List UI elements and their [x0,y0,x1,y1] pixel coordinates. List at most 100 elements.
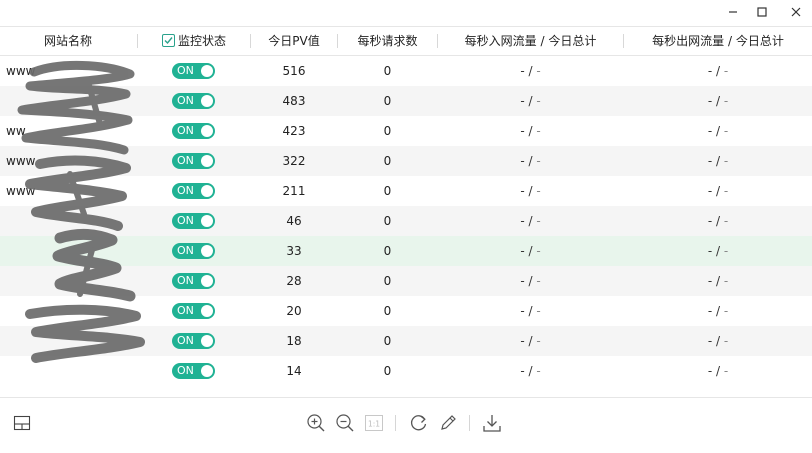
site-name-cell[interactable]: www [0,56,136,86]
site-name-cell[interactable] [0,206,136,236]
monitor-toggle[interactable]: ON [172,93,215,109]
in-traffic-total: - [536,184,541,198]
table-row[interactable]: ON 33 0 - / - - / - [0,236,812,266]
table-row[interactable]: ON 28 0 - / - - / - [0,266,812,296]
in-traffic-cell: - / - [520,154,541,168]
table-row[interactable]: ON 14 0 - / - - / - [0,356,812,386]
download-button[interactable] [481,412,503,434]
maximize-button[interactable] [749,2,775,22]
toggle-label: ON [177,124,194,137]
monitor-toggle[interactable]: ON [172,303,215,319]
rps-cell: 0 [383,334,392,348]
in-traffic-now: - [520,364,525,378]
in-traffic-now: - [520,154,525,168]
rps-cell: 0 [383,124,392,138]
out-traffic-total: - [723,244,729,258]
monitor-toggle[interactable]: ON [172,213,215,229]
table-row[interactable]: ON 20 0 - / - - / - [0,296,812,326]
site-name-cell[interactable] [0,326,136,356]
out-traffic-cell: - / - [707,154,729,168]
site-name-cell[interactable] [0,296,136,326]
table-body: www ON 516 0 - / - - / - ON 483 0 - / - - / - ww ON 4… [0,56,812,386]
toggle-label: ON [177,214,194,227]
site-name-cell[interactable]: www [0,146,136,176]
site-name-cell[interactable] [0,356,136,386]
out-traffic-cell: - / - [707,184,729,198]
in-traffic-cell: - / - [520,64,541,78]
toggle-knob [201,275,213,287]
checkmark-icon [164,37,173,45]
toggle-label: ON [177,304,194,317]
in-traffic-total: - [536,124,541,138]
header-in-traffic[interactable]: 每秒入网流量 / 今日总计 [438,27,623,55]
pv-cell: 20 [286,304,302,318]
out-traffic-now: - [707,304,713,318]
minimize-button[interactable] [720,2,746,22]
out-traffic-now: - [707,244,713,258]
rps-cell: 0 [383,304,392,318]
in-traffic-total: - [536,334,541,348]
in-traffic-total: - [536,214,541,228]
refresh-button[interactable] [408,412,430,434]
header-out-traffic[interactable]: 每秒出网流量 / 今日总计 [624,27,812,55]
table-row[interactable]: www ON 516 0 - / - - / - [0,56,812,86]
zoom-out-button[interactable] [334,412,356,434]
monitor-toggle[interactable]: ON [172,153,215,169]
header-rps[interactable]: 每秒请求数 [338,27,437,55]
in-traffic-now: - [520,124,525,138]
refresh-icon [411,415,427,431]
in-traffic-total: - [536,274,541,288]
monitor-toggle[interactable]: ON [172,273,215,289]
toggle-knob [201,215,213,227]
out-traffic-total: - [723,364,729,378]
select-all-checkbox[interactable] [161,34,175,47]
close-icon [791,7,801,17]
layout-toggle-button[interactable] [11,412,33,434]
monitor-toggle[interactable]: ON [172,63,215,79]
out-traffic-now: - [707,94,713,108]
pv-cell: 28 [286,274,302,288]
table-row[interactable]: www ON 211 0 - / - - / - [0,176,812,206]
toggle-label: ON [177,244,194,257]
site-name-cell[interactable] [0,86,136,116]
out-traffic-total: - [723,94,729,108]
site-name-cell[interactable] [0,266,136,296]
table-row[interactable]: ON 483 0 - / - - / - [0,86,812,116]
bottom-toolbar: 1:1 [0,398,812,453]
site-name-cell[interactable] [0,236,136,266]
zoom-in-button[interactable] [305,412,327,434]
rps-cell: 0 [383,94,392,108]
in-traffic-total: - [536,64,541,78]
monitor-toggle[interactable]: ON [172,363,215,379]
pv-cell: 322 [282,154,306,168]
close-button[interactable] [783,2,809,22]
edit-button[interactable] [437,412,459,434]
rps-cell: 0 [383,214,392,228]
site-monitor-table: 网站名称 监控状态 今日PV值 每秒请求数 每秒入网流量 / 今日总计 每秒出网… [0,26,812,386]
out-traffic-now: - [707,364,713,378]
pv-cell: 483 [282,94,306,108]
out-traffic-total: - [723,214,729,228]
out-traffic-total: - [723,304,729,318]
site-name-cell[interactable]: ww [0,116,136,146]
site-name-cell[interactable]: www [0,176,136,206]
monitor-toggle[interactable]: ON [172,243,215,259]
monitor-toggle[interactable]: ON [172,333,215,349]
table-row[interactable]: ON 18 0 - / - - / - [0,326,812,356]
table-row[interactable]: www ON 322 0 - / - - / - [0,146,812,176]
monitor-toggle[interactable]: ON [172,183,215,199]
in-traffic-cell: - / - [520,364,541,378]
out-traffic-total: - [723,124,729,138]
header-pv-today[interactable]: 今日PV值 [251,27,337,55]
in-traffic-total: - [536,304,541,318]
header-site-name[interactable]: 网站名称 [0,27,136,55]
in-traffic-now: - [520,304,525,318]
table-row[interactable]: ON 46 0 - / - - / - [0,206,812,236]
out-traffic-cell: - / - [707,244,729,258]
header-monitor-status[interactable]: 监控状态 [138,27,250,55]
monitor-toggle[interactable]: ON [172,123,215,139]
table-row[interactable]: ww ON 423 0 - / - - / - [0,116,812,146]
out-traffic-total: - [723,64,729,78]
actual-size-button[interactable]: 1:1 [363,412,385,434]
actual-size-icon: 1:1 [365,415,383,431]
